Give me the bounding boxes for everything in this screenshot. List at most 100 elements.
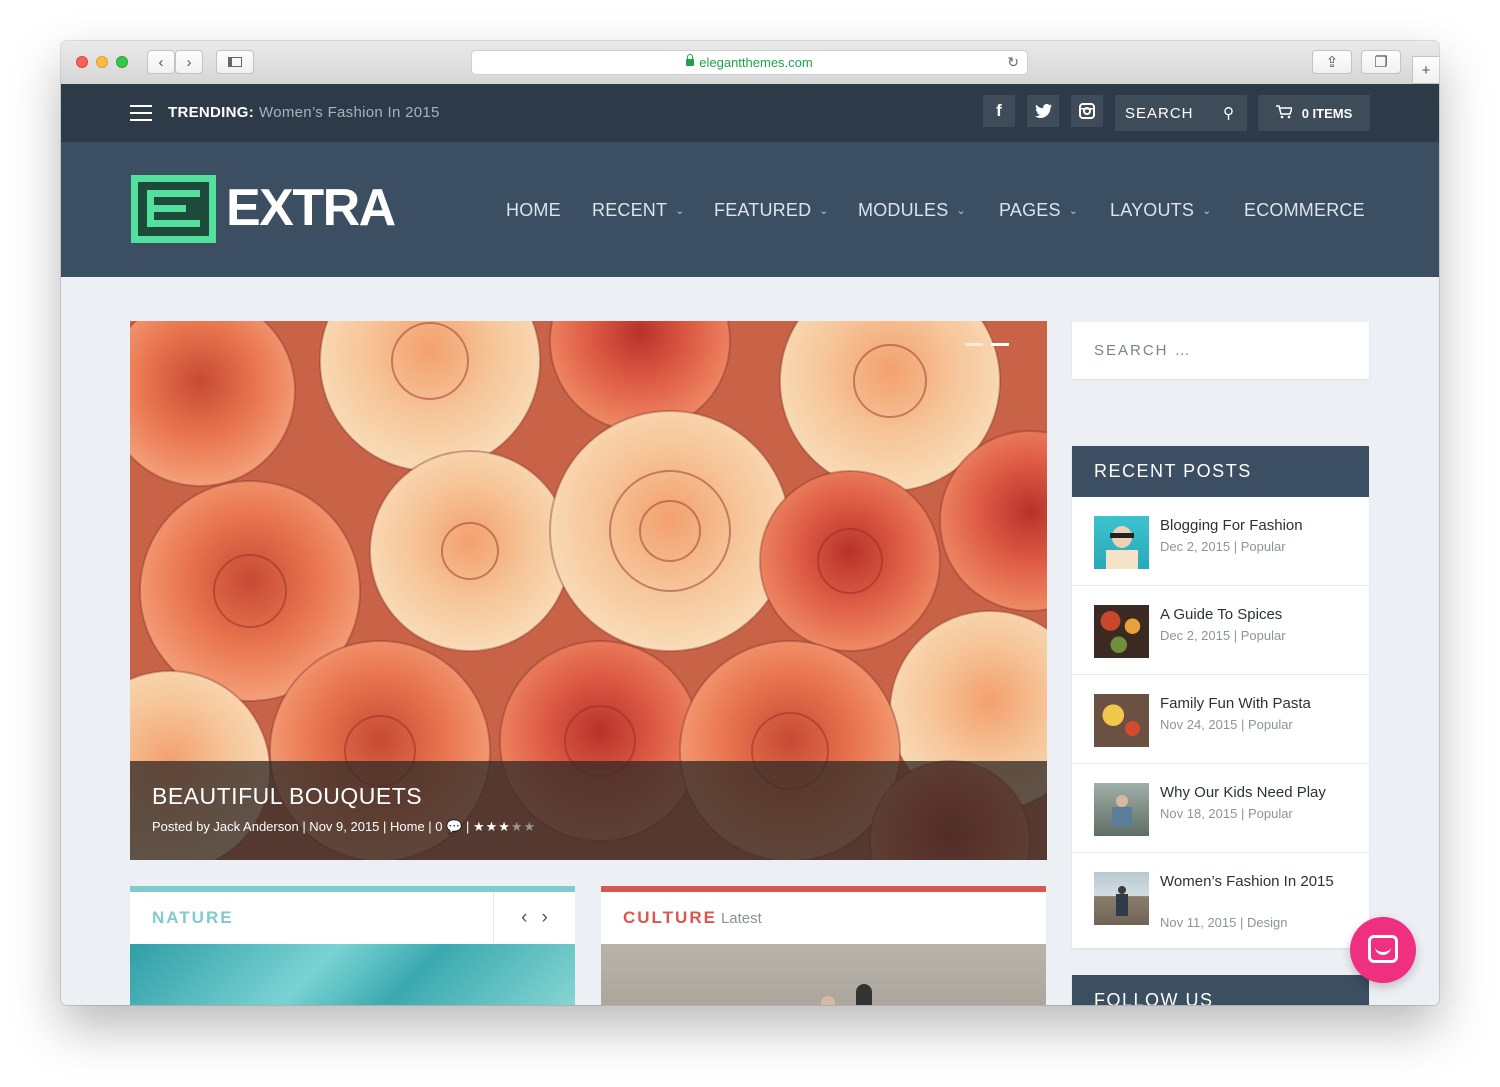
- post-title[interactable]: A Guide To Spices: [1160, 605, 1350, 625]
- nav-item-pages[interactable]: PAGES ⌄: [999, 200, 1078, 221]
- sidebar-icon: [228, 57, 242, 67]
- culture-card: CULTURE Latest: [601, 886, 1046, 1005]
- card-nav: ‹ ›: [493, 892, 575, 943]
- post-title[interactable]: Family Fun With Pasta: [1160, 694, 1350, 714]
- post-meta: Dec 2, 2015 | Popular: [1160, 539, 1286, 554]
- tabs-icon: ❐: [1374, 54, 1388, 71]
- post-meta: Nov 11, 2015 | Design: [1160, 915, 1288, 930]
- nav-item-modules[interactable]: MODULES ⌄: [858, 200, 966, 221]
- nav-label: ECOMMERCE: [1244, 200, 1365, 220]
- follow-us-widget: FOLLOW US: [1072, 975, 1369, 1005]
- nav-item-featured[interactable]: FEATURED ⌄: [714, 200, 829, 221]
- trending-value[interactable]: Women’s Fashion In 2015: [259, 104, 440, 121]
- nature-image[interactable]: [130, 944, 575, 1005]
- main-content: BEAUTIFUL BOUQUETS Posted by Jack Anders…: [61, 277, 1439, 1005]
- nav-label: MODULES: [858, 200, 949, 220]
- reload-icon[interactable]: ↻: [1007, 54, 1019, 71]
- list-item[interactable]: Blogging For Fashion Dec 2, 2015 | Popul…: [1072, 497, 1369, 586]
- cart-button[interactable]: 0 ITEMS: [1258, 95, 1370, 131]
- chevron-left-icon[interactable]: ‹: [521, 907, 527, 929]
- chevron-right-icon: ›: [186, 53, 192, 71]
- back-button[interactable]: ‹: [147, 50, 175, 74]
- nav-item-home[interactable]: HOME: [506, 200, 561, 221]
- tabs-overview-button[interactable]: ❐: [1361, 50, 1401, 74]
- address-bar[interactable]: elegantthemes.com ↻: [471, 50, 1028, 75]
- chevron-down-icon: ⌄: [1202, 205, 1212, 217]
- cart-items-label: 0 ITEMS: [1301, 105, 1353, 121]
- share-icon: ⇪: [1325, 54, 1339, 71]
- nav-label: LAYOUTS: [1110, 200, 1195, 220]
- post-thumbnail[interactable]: [1094, 694, 1149, 747]
- chevron-down-icon: ⌄: [819, 205, 829, 217]
- top-bar: TRENDING: Women’s Fashion In 2015 f SEARC…: [61, 84, 1439, 142]
- logo-icon[interactable]: [131, 175, 216, 243]
- chevron-right-icon[interactable]: ›: [542, 907, 548, 929]
- nav-item-recent[interactable]: RECENT ⌄: [592, 200, 685, 221]
- comment-icon: 💬: [446, 819, 463, 834]
- url-text: elegantthemes.com: [699, 55, 813, 70]
- chat-icon: [1368, 935, 1398, 963]
- twitter-icon[interactable]: [1027, 95, 1059, 127]
- hero-meta: Posted by Jack Anderson | Nov 9, 2015 | …: [152, 819, 537, 834]
- sidebar-search[interactable]: [1072, 322, 1369, 379]
- recent-posts-title: RECENT POSTS: [1072, 446, 1369, 497]
- nav-item-layouts[interactable]: LAYOUTS ⌄: [1110, 200, 1212, 221]
- facebook-icon[interactable]: f: [983, 95, 1015, 127]
- list-item[interactable]: Family Fun With Pasta Nov 24, 2015 | Pop…: [1072, 675, 1369, 764]
- rating-stars: ★★★★★: [472, 819, 537, 834]
- card-accent-bar: [601, 886, 1046, 892]
- logo-text[interactable]: EXTRA: [226, 178, 396, 238]
- sidebar-toggle-button[interactable]: [216, 50, 254, 74]
- hero-title[interactable]: BEAUTIFUL BOUQUETS: [152, 783, 422, 810]
- chat-launcher-button[interactable]: [1350, 917, 1416, 983]
- post-thumbnail[interactable]: [1094, 605, 1149, 658]
- site-header: EXTRA HOME RECENT ⌄ FEATURED ⌄ MODULES ⌄ PA…: [61, 142, 1439, 277]
- browser-window: ‹ › elegantthemes.com ↻ ⇪ ❐ + TRENDING: W…: [61, 41, 1439, 1005]
- post-thumbnail[interactable]: [1094, 516, 1149, 569]
- trending-ticker[interactable]: TRENDING: Women’s Fashion In 2015: [168, 104, 440, 121]
- cart-icon: [1275, 104, 1293, 122]
- list-item[interactable]: Why Our Kids Need Play Nov 18, 2015 | Po…: [1072, 764, 1369, 853]
- menu-icon[interactable]: [130, 105, 152, 121]
- post-thumbnail[interactable]: [1094, 783, 1149, 836]
- post-meta: Nov 24, 2015 | Popular: [1160, 717, 1293, 732]
- card-title[interactable]: NATURE: [152, 908, 234, 928]
- trending-label: TRENDING:: [168, 104, 255, 121]
- recent-posts-widget: RECENT POSTS Blogging For Fashion Dec 2,…: [1072, 446, 1369, 948]
- forward-button[interactable]: ›: [175, 50, 203, 74]
- post-title[interactable]: Why Our Kids Need Play: [1160, 783, 1350, 803]
- nav-label: RECENT: [592, 200, 668, 220]
- culture-image[interactable]: [601, 944, 1046, 1005]
- search-icon[interactable]: ⚲: [1223, 104, 1235, 122]
- slider-pagination[interactable]: [965, 343, 1009, 346]
- browser-toolbar: ‹ › elegantthemes.com ↻ ⇪ ❐ +: [61, 41, 1439, 85]
- sidebar-search-input[interactable]: [1072, 322, 1369, 379]
- post-title[interactable]: Blogging For Fashion: [1160, 516, 1350, 536]
- header-search[interactable]: SEARCH ⚲: [1115, 95, 1247, 131]
- card-title[interactable]: CULTURE Latest: [623, 908, 762, 928]
- chevron-left-icon: ‹: [158, 53, 164, 71]
- featured-slider[interactable]: BEAUTIFUL BOUQUETS Posted by Jack Anders…: [130, 321, 1047, 860]
- post-thumbnail[interactable]: [1094, 872, 1149, 925]
- nav-item-ecommerce[interactable]: ECOMMERCE: [1244, 200, 1365, 221]
- nature-card: NATURE ‹ ›: [130, 886, 575, 1005]
- close-window-button[interactable]: [76, 56, 88, 68]
- plus-icon: +: [1421, 61, 1431, 79]
- list-item[interactable]: A Guide To Spices Dec 2, 2015 | Popular: [1072, 586, 1369, 675]
- chevron-down-icon: ⌄: [675, 205, 685, 217]
- follow-us-title: FOLLOW US: [1072, 975, 1369, 1005]
- chevron-down-icon: ⌄: [956, 205, 966, 217]
- list-item[interactable]: Women’s Fashion In 2015 Nov 11, 2015 | D…: [1072, 853, 1369, 948]
- share-button[interactable]: ⇪: [1312, 50, 1352, 74]
- instagram-icon[interactable]: [1071, 95, 1103, 127]
- hero-meta-text: Posted by Jack Anderson | Nov 9, 2015 | …: [152, 819, 443, 834]
- minimize-window-button[interactable]: [96, 56, 108, 68]
- nav-label: HOME: [506, 200, 561, 220]
- lock-icon: [686, 54, 695, 66]
- nav-label: FEATURED: [714, 200, 812, 220]
- hero-caption: BEAUTIFUL BOUQUETS Posted by Jack Anders…: [130, 761, 1047, 860]
- new-tab-button[interactable]: +: [1412, 56, 1439, 84]
- post-title[interactable]: Women’s Fashion In 2015: [1160, 872, 1350, 892]
- nav-label: PAGES: [999, 200, 1061, 220]
- zoom-window-button[interactable]: [116, 56, 128, 68]
